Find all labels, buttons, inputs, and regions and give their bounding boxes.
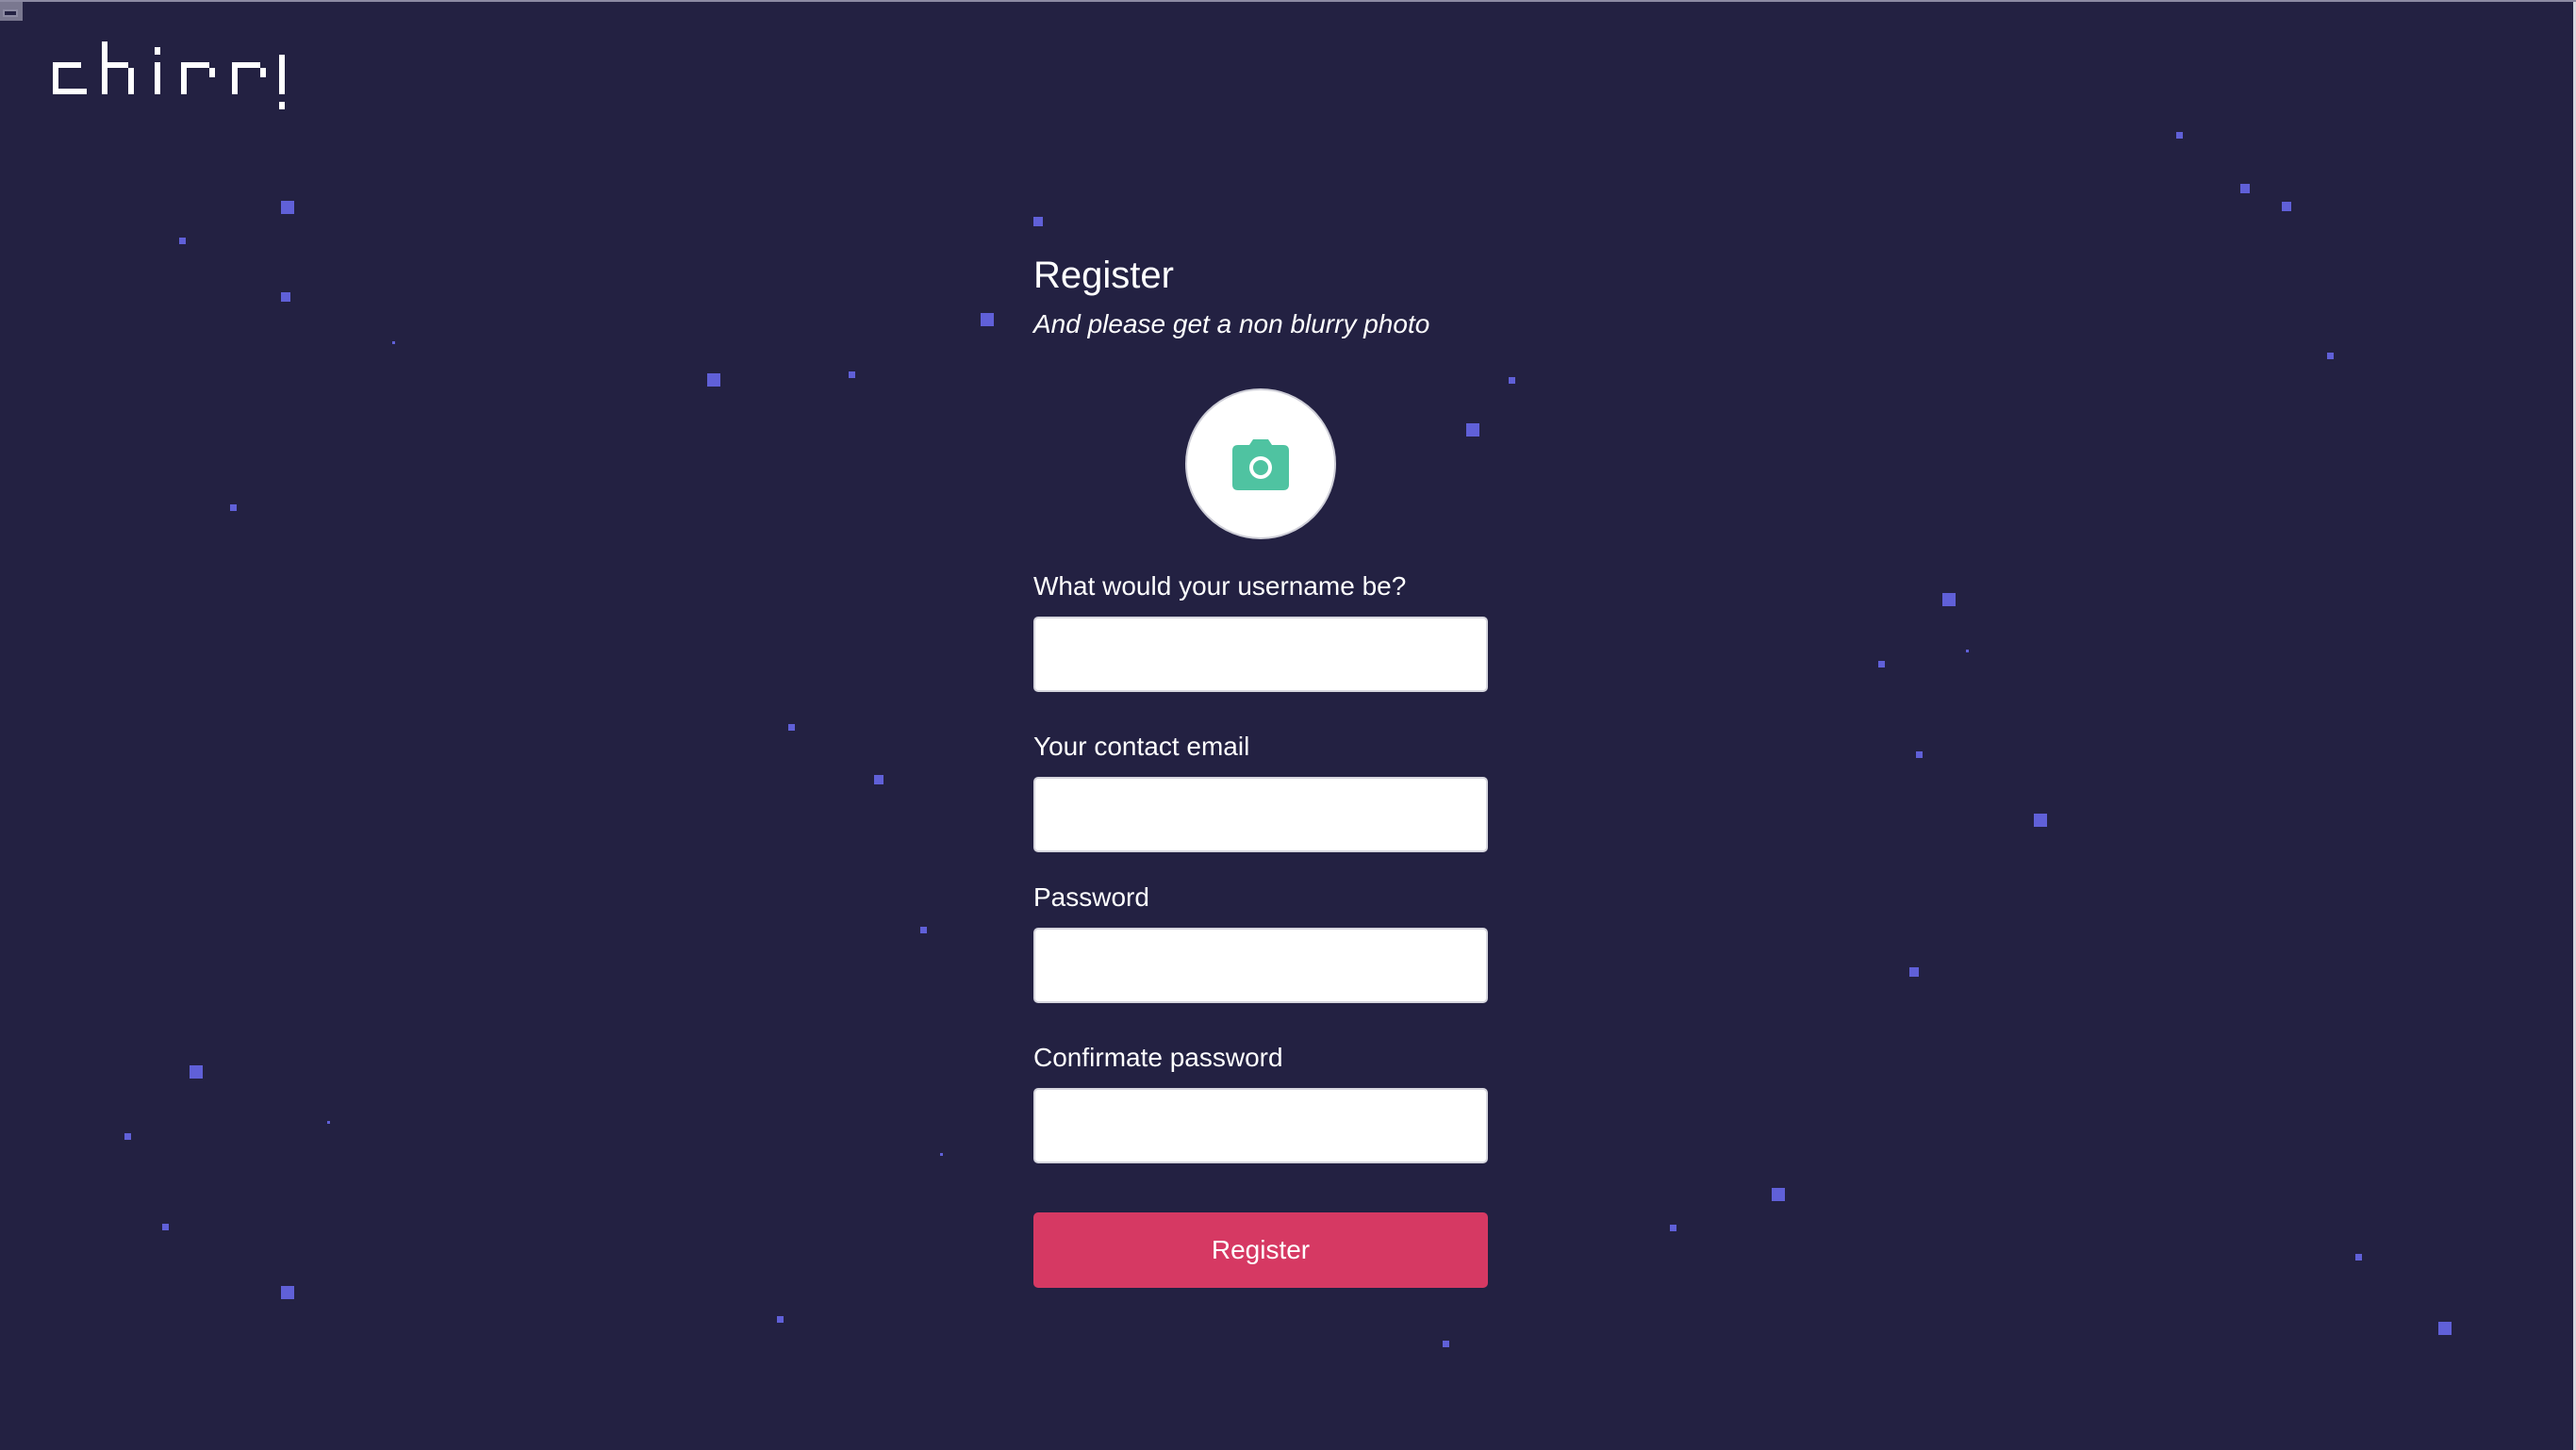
username-label: What would your username be? <box>1033 571 1407 601</box>
star-decoration <box>1942 593 1956 606</box>
username-input[interactable] <box>1033 617 1488 692</box>
star-decoration <box>1509 377 1515 384</box>
star-decoration <box>1909 967 1919 977</box>
confirm-password-label: Confirmate password <box>1033 1043 1283 1072</box>
star-decoration <box>392 341 395 344</box>
star-decoration <box>788 724 795 731</box>
email-input[interactable] <box>1033 777 1488 852</box>
star-decoration <box>2240 184 2250 193</box>
star-decoration <box>1443 1341 1449 1347</box>
star-decoration <box>1916 751 1923 758</box>
form-title: Register <box>1033 255 1174 296</box>
star-decoration <box>1772 1188 1785 1201</box>
confirm-password-field-group: Confirmate password <box>1033 1041 1488 1163</box>
password-input[interactable] <box>1033 928 1488 1003</box>
register-button[interactable]: Register <box>1033 1212 1488 1288</box>
star-decoration <box>327 1121 330 1124</box>
star-decoration <box>190 1065 203 1079</box>
star-decoration <box>707 373 720 387</box>
star-decoration <box>179 238 186 244</box>
star-decoration <box>2034 814 2047 827</box>
star-decoration <box>874 775 883 784</box>
register-form: Register And please get a non blurry pho… <box>1033 249 1488 1288</box>
star-decoration <box>849 371 855 378</box>
star-decoration <box>281 1286 294 1299</box>
star-decoration <box>281 201 294 214</box>
star-decoration <box>230 504 237 511</box>
star-decoration <box>2355 1254 2362 1261</box>
star-decoration <box>940 1153 943 1156</box>
password-field-group: Password <box>1033 881 1488 1003</box>
star-decoration <box>777 1316 784 1323</box>
register-page: Register And please get a non blurry pho… <box>0 0 2576 1450</box>
star-decoration <box>1033 217 1043 226</box>
star-decoration <box>2176 132 2183 139</box>
password-label: Password <box>1033 882 1149 912</box>
camera-icon <box>1232 439 1289 490</box>
star-decoration <box>2282 202 2291 211</box>
photo-upload-button[interactable] <box>1185 388 1336 539</box>
star-decoration <box>981 313 994 326</box>
star-decoration <box>281 292 290 302</box>
star-decoration <box>2327 353 2334 359</box>
star-decoration <box>124 1133 131 1140</box>
form-subtitle: And please get a non blurry photo <box>1033 309 1430 338</box>
star-decoration <box>920 927 927 933</box>
star-decoration <box>1878 661 1885 667</box>
star-decoration <box>1966 650 1969 652</box>
star-decoration <box>2438 1322 2452 1335</box>
confirm-password-input[interactable] <box>1033 1088 1488 1163</box>
star-decoration <box>162 1224 169 1230</box>
star-decoration <box>1670 1225 1676 1231</box>
username-field-group: What would your username be? <box>1033 569 1488 692</box>
email-label: Your contact email <box>1033 732 1250 761</box>
email-field-group: Your contact email <box>1033 730 1488 852</box>
